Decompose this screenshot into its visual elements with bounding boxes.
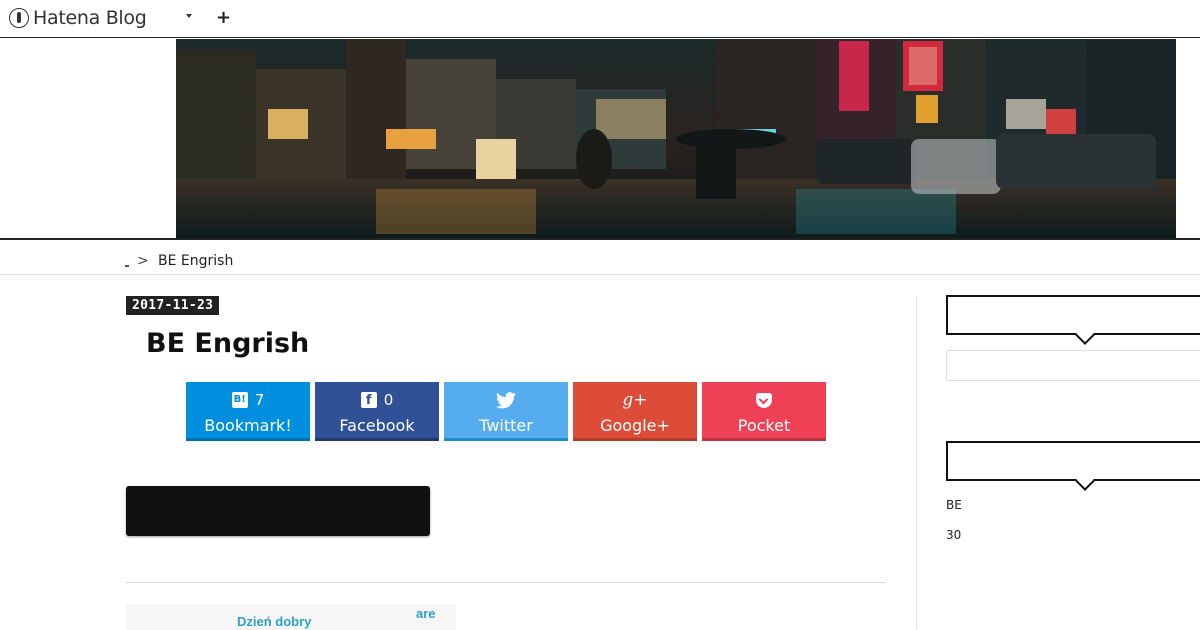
logo-text: Hatena Blog bbox=[33, 7, 147, 29]
redacted-block bbox=[126, 486, 430, 536]
google-plus-icon: g+ bbox=[622, 390, 648, 410]
sidebar-search-input[interactable] bbox=[946, 350, 1200, 381]
facebook-icon: f bbox=[360, 392, 377, 408]
breadcrumb-separator: > bbox=[137, 253, 149, 269]
entry-title[interactable]: BE Engrish bbox=[146, 328, 309, 359]
share-buttons: B! 7 Bookmark! f 0 Facebook Twitter g+ G… bbox=[186, 382, 826, 441]
sidebar-divider bbox=[916, 296, 917, 630]
twitter-label: Twitter bbox=[479, 416, 533, 435]
pocket-label: Pocket bbox=[737, 416, 791, 435]
sidebar-text: BE bbox=[946, 498, 962, 512]
hatena-blog-logo[interactable]: Hatena Blog bbox=[9, 6, 147, 30]
breadcrumb-home-link[interactable] bbox=[125, 265, 129, 267]
bookmark-label: Bookmark! bbox=[204, 416, 292, 435]
twitter-share-button[interactable]: Twitter bbox=[444, 382, 568, 441]
pocket-share-button[interactable]: Pocket bbox=[702, 382, 826, 441]
google-plus-label: Google+ bbox=[600, 416, 670, 435]
hatena-bookmark-button[interactable]: B! 7 Bookmark! bbox=[186, 382, 310, 441]
sidebar-module-heading bbox=[946, 295, 1200, 335]
google-plus-share-button[interactable]: g+ Google+ bbox=[573, 382, 697, 441]
entry-image: iua Dzień dobry are bbox=[126, 604, 456, 630]
content-divider bbox=[126, 582, 886, 583]
bookmark-count: 7 bbox=[254, 391, 265, 409]
facebook-label: Facebook bbox=[339, 416, 415, 435]
blog-header-image[interactable] bbox=[176, 39, 1176, 238]
plus-icon[interactable]: + bbox=[216, 6, 231, 30]
sidebar-text: 30 bbox=[946, 528, 962, 542]
thumb-vertical-text-2: are bbox=[416, 606, 436, 621]
hatena-global-header: Hatena Blog + bbox=[0, 0, 1200, 38]
facebook-share-button[interactable]: f 0 Facebook bbox=[315, 382, 439, 441]
breadcrumb-current: BE Engrish bbox=[158, 253, 234, 269]
hatena-logo-icon bbox=[9, 8, 29, 28]
twitter-icon bbox=[496, 391, 516, 408]
breadcrumb: > BE Engrish bbox=[0, 240, 1200, 275]
hatena-bookmark-icon: B! bbox=[231, 392, 248, 408]
thumb-main-text: Dzień dobry bbox=[237, 614, 312, 629]
entry-date[interactable]: 2017-11-23 bbox=[126, 296, 220, 315]
night-street-header-image bbox=[176, 39, 1176, 238]
caret-down-icon[interactable] bbox=[186, 14, 192, 18]
pocket-icon bbox=[756, 392, 772, 408]
sidebar-module-heading bbox=[946, 441, 1200, 481]
facebook-count: 0 bbox=[383, 391, 394, 409]
